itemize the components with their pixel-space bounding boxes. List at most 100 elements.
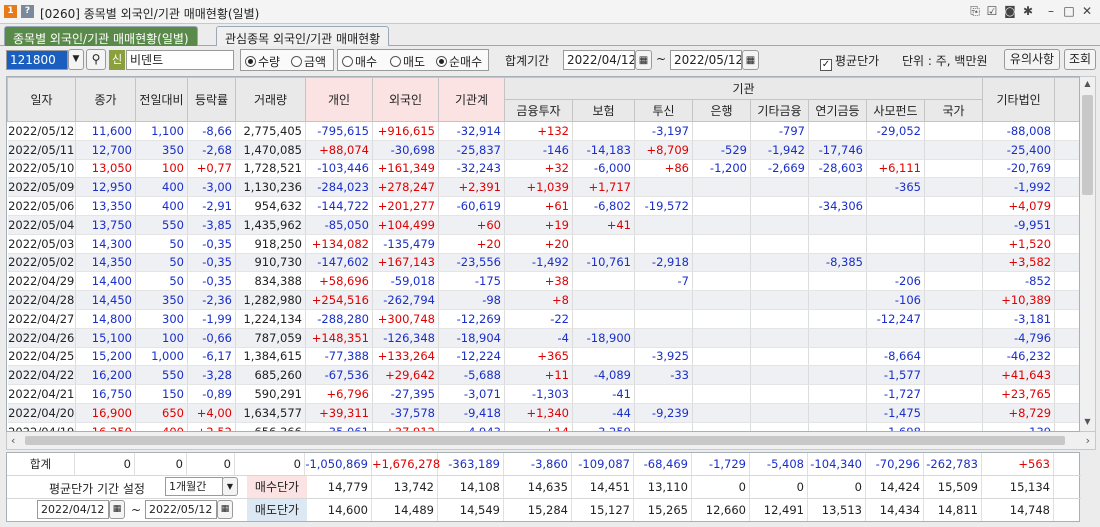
table-cell: +4,00 — [187, 403, 236, 423]
table-cell — [924, 328, 984, 348]
avg-price-cell: 0 — [808, 476, 866, 498]
table-cell: +32 — [504, 159, 573, 179]
table-cell — [750, 234, 809, 254]
table-cell — [1054, 309, 1079, 329]
table-cell: 400 — [135, 422, 188, 431]
scroll-right-icon[interactable]: › — [1086, 434, 1090, 447]
avg-date-from-input[interactable]: 2022/04/12 — [37, 500, 109, 519]
maximize-icon[interactable]: □ — [1062, 4, 1076, 18]
table-row[interactable]: 2022/05/12 11,600 1,100 -8,66 2,775,405 -795,… — [7, 121, 1079, 141]
table-cell: 50 — [135, 271, 188, 292]
table-row[interactable]: 2022/04/28 14,450 350 -2,36 1,282,980 +254,51… — [7, 290, 1079, 310]
scroll-down-icon[interactable]: ▼ — [1081, 417, 1094, 429]
tab-watchlist[interactable]: 관심종목 외국인/기관 매매현황 — [216, 26, 390, 46]
table-cell: -33 — [634, 365, 693, 386]
stock-code-input[interactable]: 121800 — [6, 50, 68, 70]
table-row[interactable]: 2022/05/10 13,050 100 +0,77 1,728,521 -103,44… — [7, 159, 1079, 179]
avg-price-cell: 0 — [692, 476, 750, 498]
minimize-icon[interactable]: – — [1044, 4, 1058, 18]
table-cell: -0,35 — [187, 253, 236, 273]
camera-icon[interactable]: ◙ — [1003, 4, 1017, 18]
table-cell — [1054, 140, 1079, 160]
calendar-icon[interactable]: ▦ — [109, 500, 125, 519]
table-row[interactable]: 2022/05/04 13,750 550 -3,85 1,435,962 -85,050… — [7, 215, 1079, 235]
avg-price-checkbox[interactable]: ✓ 평균단가 — [820, 52, 879, 71]
table-cell: 14,800 — [75, 309, 136, 329]
table-cell — [750, 422, 809, 431]
avg-date-to-input[interactable]: 2022/05/12 — [145, 500, 217, 519]
horizontal-scrollbar[interactable]: ‹ › — [6, 432, 1096, 450]
notice-button[interactable]: 유의사항 — [1004, 49, 1060, 70]
table-cell — [692, 121, 751, 141]
avg-period-select[interactable]: 1개월간 — [165, 477, 223, 496]
table-row[interactable]: 2022/05/03 14,300 50 -0,35 918,250 +134,082 -1… — [7, 234, 1079, 254]
table-cell: -2,91 — [187, 196, 236, 216]
new-listing-badge: 신 — [109, 50, 125, 70]
checkbox-icon[interactable]: ☑ — [985, 4, 999, 18]
table-cell: -206 — [866, 271, 925, 292]
table-row[interactable]: 2022/04/22 16,200 550 -3,28 685,260 -67,536 +2… — [7, 365, 1079, 386]
help-badge-icon[interactable]: ? — [21, 5, 34, 18]
data-grid[interactable]: 일자 종가 전일대비 등락률 거래량 개인 외국인 기관계 기관 기타법인 기 … — [6, 76, 1080, 432]
radio-amount[interactable]: 금액 — [291, 53, 326, 70]
table-cell: 2022/05/09 — [7, 177, 76, 198]
table-row[interactable]: 2022/05/02 14,350 50 -0,35 910,730 -147,602 +1… — [7, 253, 1079, 273]
chevron-down-icon[interactable]: ▼ — [68, 49, 84, 70]
table-cell — [924, 159, 984, 179]
radio-buy[interactable]: 매수 — [342, 53, 377, 70]
gear-icon[interactable]: ✱ — [1021, 4, 1035, 18]
table-row[interactable]: 2022/04/27 14,800 300 -1,99 1,224,134 -288,28… — [7, 309, 1079, 329]
app-badge-icon[interactable]: 1 — [4, 5, 17, 18]
table-row[interactable]: 2022/04/25 15,200 1,000 -6,17 1,384,615 -77,3… — [7, 347, 1079, 367]
table-cell: -5,688 — [438, 365, 505, 386]
date-to-input[interactable]: 2022/05/12 — [670, 50, 742, 70]
table-row[interactable]: 2022/04/19 16,250 400 +2,52 656,366 -35,061 +3… — [7, 422, 1079, 431]
link-icon[interactable]: ⎘ — [968, 4, 982, 18]
table-cell — [750, 253, 809, 273]
table-cell — [692, 422, 751, 431]
table-cell: -34,306 — [808, 196, 867, 216]
table-cell — [692, 215, 751, 235]
table-cell — [808, 271, 867, 292]
scroll-left-icon[interactable]: ‹ — [11, 434, 15, 447]
table-cell: -18,900 — [572, 328, 635, 348]
search-icon[interactable]: ⚲ — [86, 49, 106, 70]
table-row[interactable]: 2022/04/29 14,400 50 -0,35 834,388 +58,696 -59… — [7, 271, 1079, 292]
table-row[interactable]: 2022/05/06 13,350 400 -2,91 954,632 -144,722 +… — [7, 196, 1079, 216]
table-cell — [866, 234, 925, 254]
table-cell: +8,729 — [982, 403, 1056, 423]
avg-price-cell: 13,742 — [372, 476, 438, 498]
vertical-scrollbar[interactable]: ▲ ▼ — [1080, 76, 1096, 432]
scrollbar-thumb[interactable] — [1082, 95, 1093, 195]
table-row[interactable]: 2022/04/26 15,100 100 -0,66 787,059 +148,351-… — [7, 328, 1079, 348]
table-cell — [1054, 290, 1079, 310]
table-row[interactable]: 2022/04/21 16,750 150 -0,89 590,291 +6,796 -27… — [7, 384, 1079, 404]
table-row[interactable]: 2022/04/20 16,900 650 +4,00 1,634,577 +39,311… — [7, 403, 1079, 423]
close-icon[interactable]: ✕ — [1080, 4, 1094, 18]
radio-quantity[interactable]: 수량 — [245, 53, 280, 70]
date-from-input[interactable]: 2022/04/12 — [563, 50, 635, 70]
table-cell: +300,748 — [372, 309, 439, 329]
avg-period-label: 평균단가 기간 설정 — [49, 482, 145, 496]
table-cell: 15,200 — [75, 347, 136, 367]
scroll-up-icon[interactable]: ▲ — [1081, 79, 1094, 91]
table-row[interactable]: 2022/05/09 12,950 400 -3,00 1,130,236 -284,02… — [7, 177, 1079, 198]
scrollbar-thumb[interactable] — [25, 436, 1065, 445]
table-cell: -3,00 — [187, 177, 236, 198]
table-row[interactable]: 2022/05/11 12,700 350 -2,68 1,470,085 +88,074… — [7, 140, 1079, 160]
col-foreign: 외국인 — [372, 77, 439, 122]
calendar-icon[interactable]: ▦ — [742, 50, 759, 70]
stock-name-field: 비덴트 — [126, 50, 234, 70]
avg-price-cell: 13,513 — [808, 499, 866, 521]
radio-net-buy[interactable]: 순매수 — [436, 53, 482, 70]
totals-cell: 0 — [187, 453, 235, 475]
calendar-icon[interactable]: ▦ — [217, 500, 233, 519]
table-cell: +23,765 — [982, 384, 1056, 404]
calendar-icon[interactable]: ▦ — [635, 50, 652, 70]
table-cell: -9,239 — [634, 403, 693, 423]
chevron-down-icon[interactable]: ▼ — [222, 477, 238, 496]
tab-stock-daily[interactable]: 종목별 외국인/기관 매매현황(일별) — [4, 26, 198, 46]
search-button[interactable]: 조회 — [1064, 49, 1096, 70]
table-cell: -3,259 — [572, 422, 635, 431]
radio-sell[interactable]: 매도 — [390, 53, 425, 70]
